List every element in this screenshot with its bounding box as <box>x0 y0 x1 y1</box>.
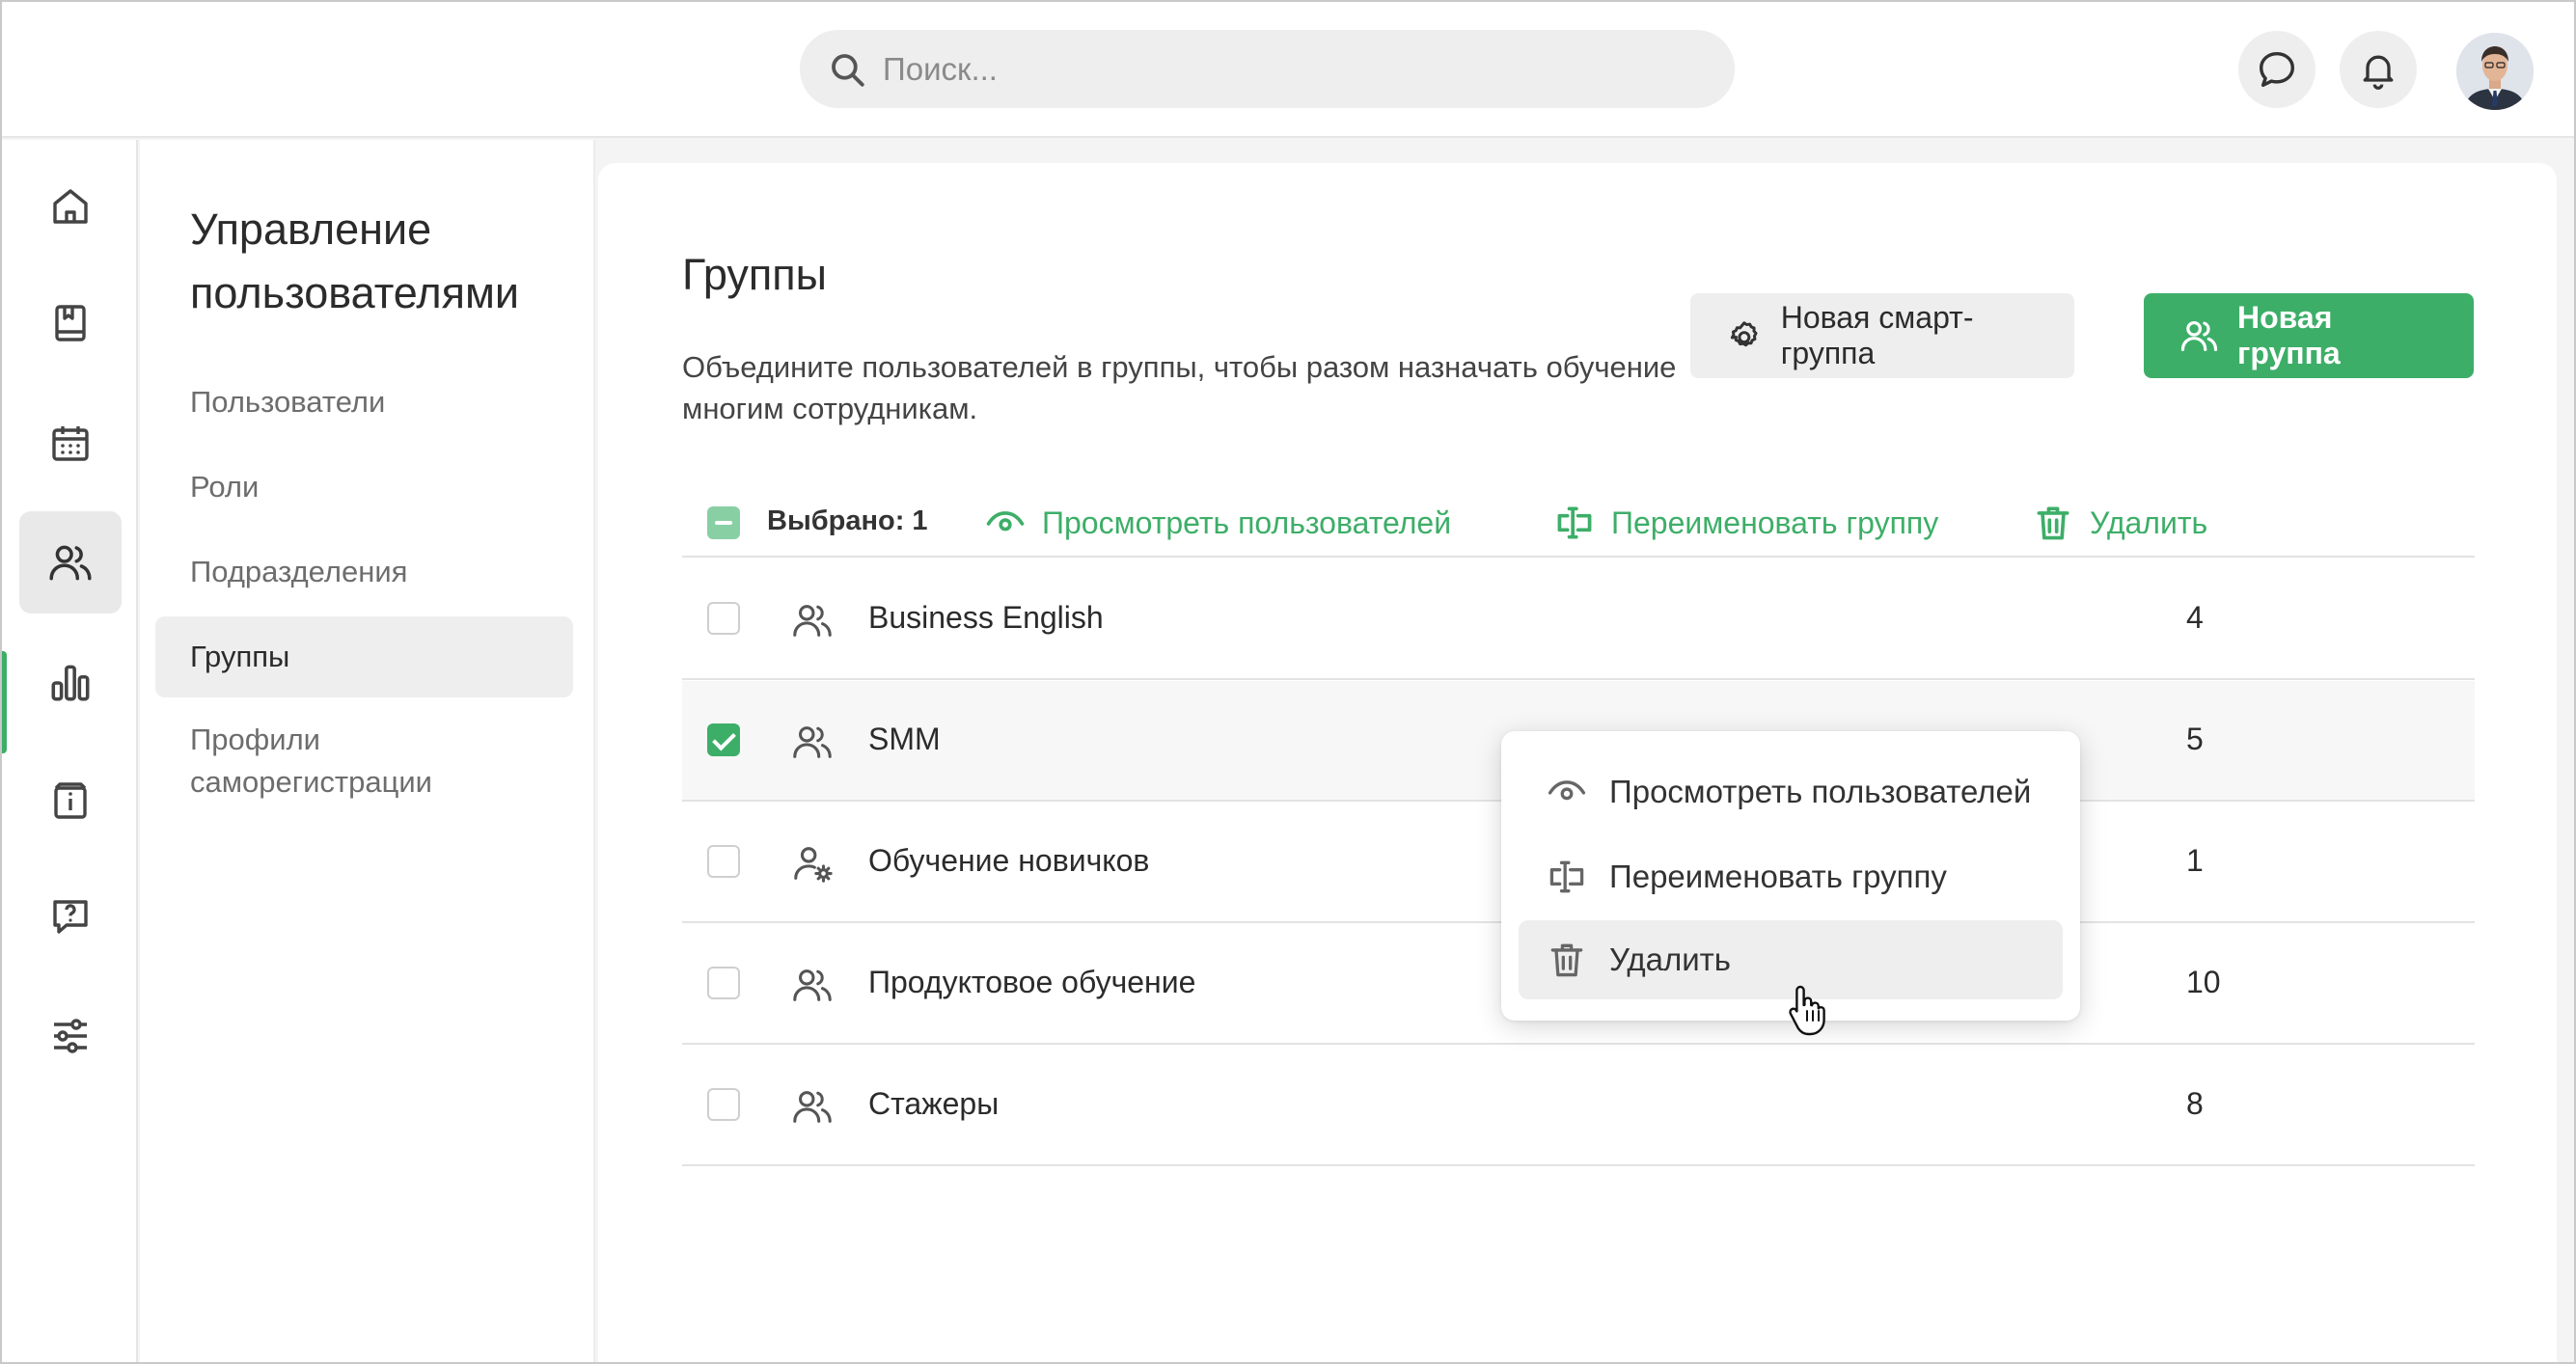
users-icon <box>793 605 832 637</box>
bar-chart-icon <box>51 665 90 701</box>
active-indicator <box>0 651 7 753</box>
calendar-icon <box>52 426 89 461</box>
rename-icon <box>1549 860 1584 893</box>
book-icon <box>55 305 86 341</box>
page-description: Объедините пользователей в группы, чтобы… <box>682 350 1677 425</box>
row-checkbox[interactable] <box>707 845 740 878</box>
users-icon <box>793 726 832 758</box>
group-member-count: 1 <box>2186 843 2204 878</box>
row-context-menu: Просмотреть пользователей Переименовать … <box>1501 731 2080 1021</box>
search-input[interactable] <box>883 30 1713 108</box>
select-all-checkbox[interactable] <box>707 506 740 539</box>
menu-item-view-users[interactable]: Просмотреть пользователей <box>1519 752 2063 832</box>
chat-icon <box>2259 51 2295 88</box>
bell-icon <box>2363 55 2394 90</box>
selected-count: Выбрано: 1 <box>767 505 928 536</box>
row-checkbox[interactable] <box>707 1088 740 1121</box>
row-checkbox[interactable] <box>707 967 740 999</box>
group-name[interactable]: Продуктовое обучение <box>868 965 1195 1000</box>
nav-analytics[interactable] <box>19 632 122 734</box>
menu-item-label: Просмотреть пользователей <box>1609 774 2032 809</box>
table-row[interactable]: Стажеры 8 <box>682 1046 2475 1166</box>
user-gear-icon <box>794 847 833 883</box>
chat-button[interactable] <box>2238 31 2316 108</box>
sliders-icon <box>54 1019 87 1053</box>
group-name[interactable]: Business English <box>868 600 1104 636</box>
group-member-count: 10 <box>2186 965 2221 999</box>
toolbar-rename-group-label: Переименовать группу <box>1611 505 1939 540</box>
subnav-item-departments[interactable]: Подразделения <box>155 551 573 593</box>
info-board-icon <box>54 782 87 819</box>
trash-icon <box>2037 506 2069 540</box>
toolbar-delete-button[interactable]: Удалить <box>2032 499 2207 547</box>
notifications-button[interactable] <box>2340 31 2417 108</box>
toolbar-view-users-button[interactable]: Просмотреть пользователей <box>984 499 1451 547</box>
group-name[interactable]: Обучение новичков <box>868 843 1149 879</box>
icon-rail <box>0 140 138 1364</box>
toolbar-rename-group-button[interactable]: Переименовать группу <box>1553 499 1938 547</box>
row-checkbox[interactable] <box>707 602 740 635</box>
help-chat-icon <box>53 900 88 934</box>
group-member-count: 5 <box>2186 722 2204 756</box>
user-photo-icon <box>2456 33 2534 110</box>
eye-icon <box>1548 780 1586 801</box>
nav-help[interactable] <box>19 865 122 968</box>
users-icon <box>793 969 832 1001</box>
trash-icon <box>1550 943 1583 977</box>
avatar[interactable] <box>2456 33 2534 110</box>
row-checkbox[interactable] <box>707 723 740 756</box>
hand-cursor-icon <box>1789 985 1825 1036</box>
nav-users[interactable] <box>19 511 122 614</box>
table-row[interactable]: Business English 4 <box>682 559 2475 680</box>
nav-settings[interactable] <box>19 985 122 1087</box>
subnav-item-groups[interactable]: Группы <box>155 616 573 697</box>
rename-icon <box>1557 506 1592 539</box>
subnav-item-roles[interactable]: Роли <box>155 466 573 508</box>
new-smart-group-button[interactable]: Новая смарт-группа <box>1690 293 2074 378</box>
nav-calendar[interactable] <box>19 393 122 495</box>
group-name[interactable]: Стажеры <box>868 1086 999 1122</box>
new-smart-group-label: Новая смарт-группа <box>1780 300 1974 370</box>
user-management-sidebar: Управление пользователями Пользователи Р… <box>140 140 595 1364</box>
group-member-count: 4 <box>2186 600 2204 635</box>
subnav-item-self-registration[interactable]: Профили саморегистрации <box>155 719 541 804</box>
page-title: Группы <box>682 250 827 299</box>
menu-item-label: Удалить <box>1609 941 1731 977</box>
nav-courses[interactable] <box>19 272 122 374</box>
menu-item-label: Переименовать группу <box>1609 859 1947 894</box>
users-icon <box>2180 320 2218 351</box>
new-group-label: Новая группа <box>2236 300 2341 370</box>
gear-icon <box>1730 321 1758 347</box>
sidebar-title: Управление пользователями <box>190 205 520 317</box>
home-icon <box>53 189 88 224</box>
eye-icon <box>986 511 1025 532</box>
menu-item-rename-group[interactable]: Переименовать группу <box>1519 837 2063 916</box>
search-bar[interactable] <box>800 30 1735 108</box>
users-icon <box>49 545 92 581</box>
new-group-button[interactable]: Новая группа <box>2144 293 2474 378</box>
nav-info[interactable] <box>19 750 122 852</box>
top-bar <box>0 0 2576 138</box>
group-name[interactable]: SMM <box>868 722 941 757</box>
toolbar-view-users-label: Просмотреть пользователей <box>1042 505 1452 540</box>
users-icon <box>793 1091 832 1123</box>
nav-home[interactable] <box>19 155 122 258</box>
group-member-count: 8 <box>2186 1086 2204 1121</box>
toolbar-delete-label: Удалить <box>2090 505 2208 540</box>
search-icon <box>832 54 864 87</box>
subnav-item-users[interactable]: Пользователи <box>155 381 573 423</box>
